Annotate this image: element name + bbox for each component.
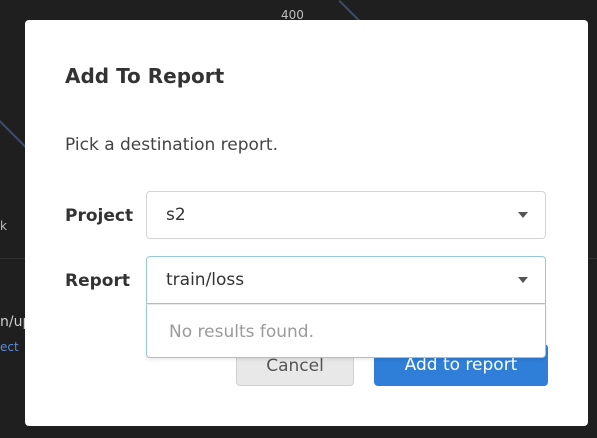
dialog-title: Add To Report xyxy=(65,64,225,88)
chevron-down-icon[interactable] xyxy=(518,277,528,283)
no-results-message: No results found. xyxy=(169,322,315,342)
report-dropdown-menu: No results found. xyxy=(146,304,546,358)
report-label: Report xyxy=(65,271,130,291)
add-to-report-dialog: Add To Report Pick a destination report.… xyxy=(25,20,588,426)
background-link[interactable]: ect xyxy=(0,340,19,354)
project-select-value: s2 xyxy=(166,205,186,225)
background-divider xyxy=(0,258,25,259)
background-divider xyxy=(588,258,597,259)
dialog-description: Pick a destination report. xyxy=(65,135,278,155)
report-search-input[interactable]: train/loss xyxy=(166,270,244,290)
background-tick: k xyxy=(0,219,7,233)
chevron-down-icon[interactable] xyxy=(518,212,528,218)
report-search-select[interactable]: train/loss xyxy=(146,256,546,304)
project-select[interactable]: s2 xyxy=(146,191,546,239)
project-label: Project xyxy=(65,206,134,226)
